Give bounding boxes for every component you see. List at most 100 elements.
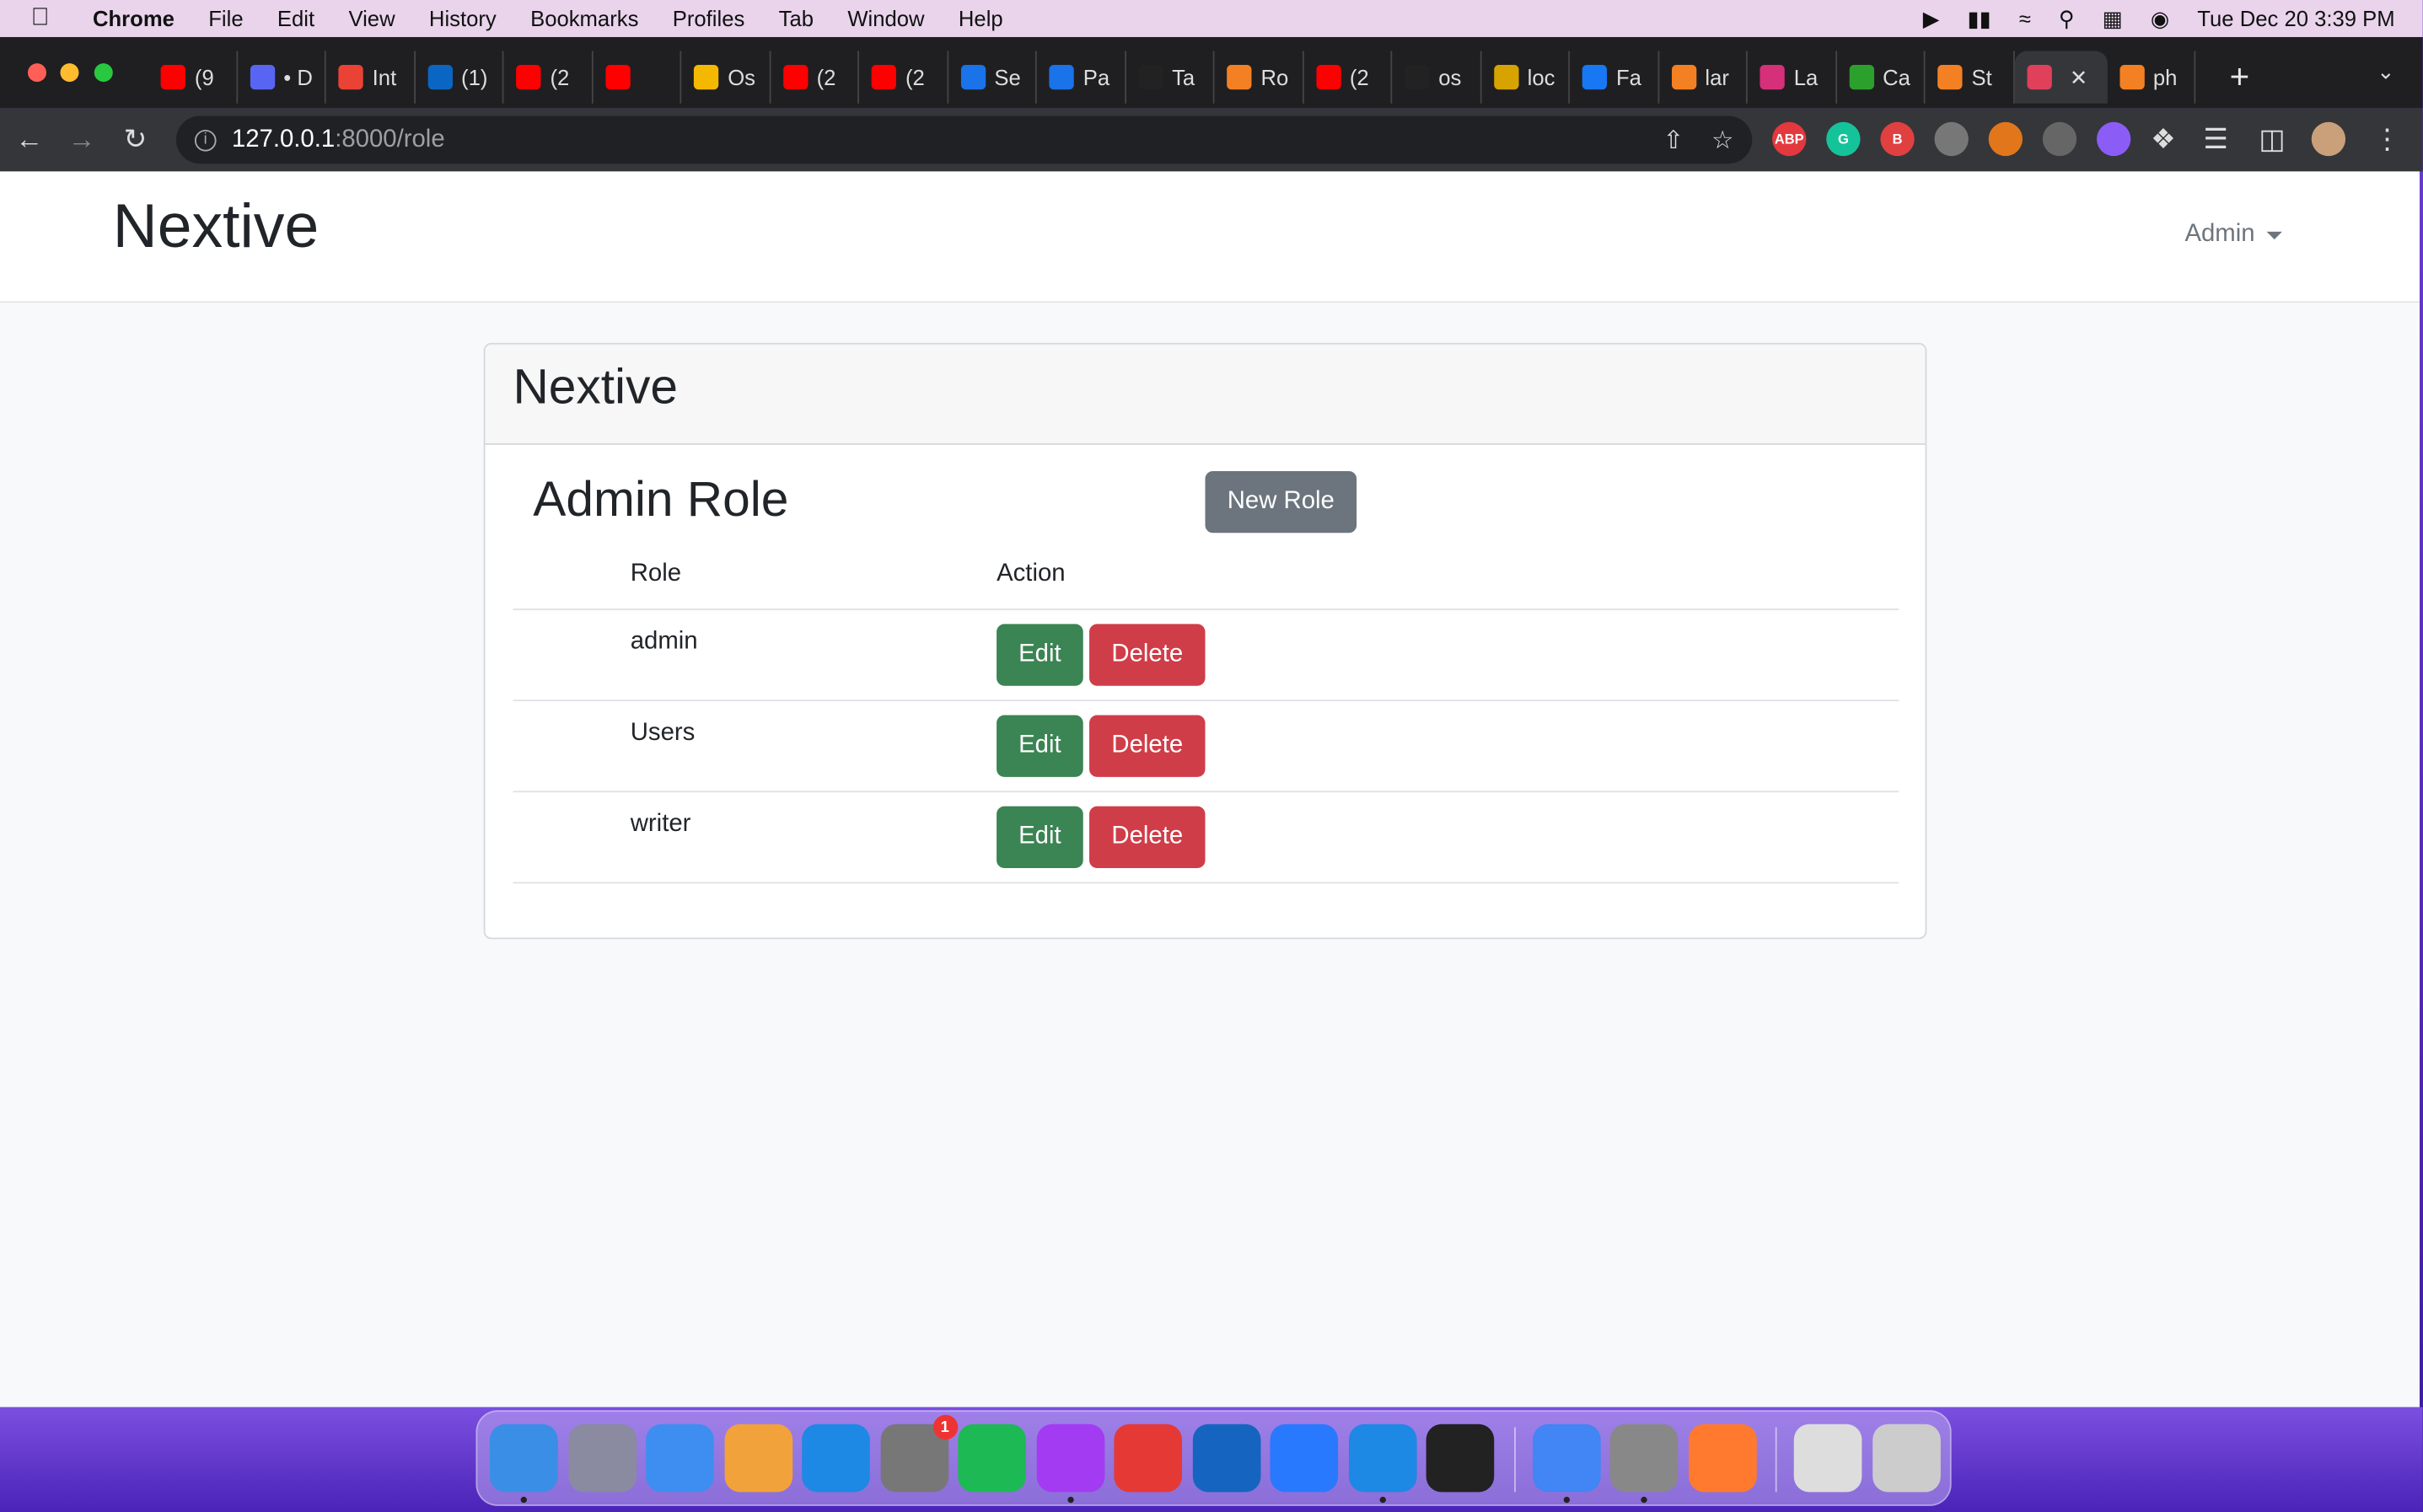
side-panel-icon[interactable]: ◫ [2259, 124, 2285, 156]
siri-icon[interactable]: ◉ [2151, 5, 2169, 31]
trash-icon[interactable] [1872, 1424, 1940, 1493]
browser-tab[interactable]: Ta [1126, 51, 1215, 104]
pen-app-icon[interactable] [1688, 1424, 1756, 1493]
stackoverflow-icon [1671, 64, 1696, 90]
menu-window[interactable]: Window [847, 6, 924, 30]
browser-tab[interactable]: • D [237, 51, 326, 104]
browser-tab[interactable]: (2 [859, 51, 948, 104]
profile-avatar[interactable] [2311, 121, 2346, 157]
browser-tab[interactable]: (2 [503, 51, 593, 104]
system-prefs-icon[interactable]: 1 [879, 1414, 958, 1493]
new-tab-icon[interactable]: + [2230, 57, 2250, 98]
browser-tab[interactable]: (1) [415, 51, 504, 104]
ext-red-icon[interactable]: B [1880, 121, 1915, 157]
browser-tab[interactable]: (9 [148, 51, 238, 104]
grammarly-icon[interactable]: G [1826, 121, 1861, 157]
new-role-button[interactable]: New Role [1205, 470, 1357, 533]
photo-stack-icon[interactable] [1793, 1424, 1862, 1493]
photos-icon[interactable] [723, 1424, 792, 1493]
launchpad-icon[interactable] [567, 1424, 637, 1493]
ext-purple-icon[interactable] [2096, 121, 2131, 157]
menu-edit[interactable]: Edit [277, 6, 314, 30]
wifi-icon[interactable]: ≈ [2019, 6, 2031, 30]
menu-help[interactable]: Help [959, 6, 1003, 30]
finder-icon[interactable] [489, 1424, 558, 1493]
site-navbar: Nextive Admin [0, 171, 2420, 303]
browser-tab[interactable]: lar [1658, 51, 1748, 104]
ai-app-icon[interactable] [1191, 1424, 1260, 1493]
browser-tab[interactable]: Pa [1037, 51, 1126, 104]
spotlight-icon[interactable]: ⚲ [2059, 5, 2075, 31]
browser-tab[interactable]: os [1392, 51, 1481, 104]
menu-view[interactable]: View [348, 6, 395, 30]
tab-label: Os [728, 64, 755, 90]
cloud-icon[interactable] [1934, 121, 1969, 157]
settings-icon[interactable] [1609, 1424, 1679, 1493]
xcode-icon[interactable] [1270, 1424, 1339, 1493]
browser-menu-icon[interactable]: ⋮ [2373, 124, 2401, 156]
edit-button[interactable]: Edit [997, 624, 1083, 686]
wps-icon[interactable] [1114, 1424, 1183, 1493]
bookmark-star-icon[interactable]: ☆ [1711, 125, 1733, 156]
delete-button[interactable]: Delete [1089, 715, 1206, 777]
edit-button[interactable]: Edit [997, 715, 1083, 777]
reload-icon[interactable]: ↻ [124, 124, 148, 156]
tab-search-icon[interactable]: ⌄ [2377, 59, 2395, 85]
tab-label: Pa [1083, 64, 1110, 90]
back-icon[interactable]: ← [15, 124, 43, 156]
forward-icon[interactable]: → [68, 124, 96, 156]
browser-tab[interactable]: Os [681, 51, 771, 104]
browser-tab[interactable]: Se [948, 51, 1037, 104]
clock[interactable]: Tue Dec 20 3:39 PM [2197, 6, 2394, 30]
activity-monitor-icon[interactable] [1426, 1424, 1495, 1493]
browser-tab[interactable]: ph [2107, 51, 2196, 104]
metamask-icon[interactable] [1988, 121, 2023, 157]
media-control-icon[interactable]: ☰ [2203, 124, 2228, 156]
menu-file[interactable]: File [208, 6, 243, 30]
mail-icon[interactable] [646, 1424, 714, 1493]
browser-tab[interactable]: Fa [1570, 51, 1659, 104]
browser-tab[interactable]: (2 [1303, 51, 1393, 104]
browser-tab[interactable]: loc [1481, 51, 1571, 104]
menu-history[interactable]: History [429, 6, 497, 30]
adblock-icon[interactable]: ABP [1772, 121, 1807, 157]
chrome-icon[interactable] [1532, 1424, 1600, 1493]
delete-button[interactable]: Delete [1089, 806, 1206, 868]
delete-button[interactable]: Delete [1089, 624, 1206, 686]
menu-tab[interactable]: Tab [779, 6, 814, 30]
edit-button[interactable]: Edit [997, 806, 1083, 868]
menu-bookmarks[interactable]: Bookmarks [530, 6, 638, 30]
browser-tab[interactable]: St [1926, 51, 2014, 104]
browser-tab[interactable]: Ca [1836, 51, 1926, 104]
brand-logo[interactable]: Nextive [113, 193, 319, 262]
menu-profiles[interactable]: Profiles [673, 6, 745, 30]
site-info-icon[interactable]: i [194, 129, 217, 151]
tab-label: (2 [816, 64, 836, 90]
battery-icon[interactable]: ▮▮ [1968, 5, 1991, 31]
menu-app-name[interactable]: Chrome [93, 6, 175, 30]
spotify-icon[interactable] [958, 1424, 1026, 1493]
address-bar[interactable]: i 127.0.0.1:8000/role ⇧ ☆ [175, 115, 1753, 164]
browser-tab[interactable]: Int [326, 51, 416, 104]
mail-ext-icon[interactable] [2042, 121, 2077, 157]
close-tab-icon[interactable]: ✕ [2070, 64, 2088, 90]
maximize-window-icon[interactable] [94, 63, 113, 83]
minimize-window-icon[interactable] [60, 63, 79, 83]
browser-tab[interactable]: Ro [1215, 51, 1303, 104]
control-center-icon[interactable]: ▦ [2103, 5, 2123, 31]
facebook-icon [1582, 64, 1608, 90]
play-icon[interactable]: ▶ [1923, 5, 1940, 31]
app-store-icon[interactable] [802, 1424, 870, 1493]
browser-tab[interactable]: (2 [771, 51, 859, 104]
vscode-icon[interactable] [1348, 1424, 1416, 1493]
share-icon[interactable]: ⇧ [1663, 125, 1684, 156]
extensions-puzzle-icon[interactable]: ❖ [2151, 124, 2176, 156]
browser-tab[interactable] [593, 51, 682, 104]
table-divider [513, 609, 1899, 610]
browser-tab-active[interactable]: ✕ [2013, 51, 2107, 104]
browser-tab[interactable]: La [1748, 51, 1837, 104]
close-window-icon[interactable] [27, 63, 46, 83]
apple-icon[interactable]:  [31, 4, 59, 32]
user-dropdown[interactable]: Admin [2184, 221, 2283, 249]
messenger-icon[interactable] [1035, 1424, 1104, 1493]
